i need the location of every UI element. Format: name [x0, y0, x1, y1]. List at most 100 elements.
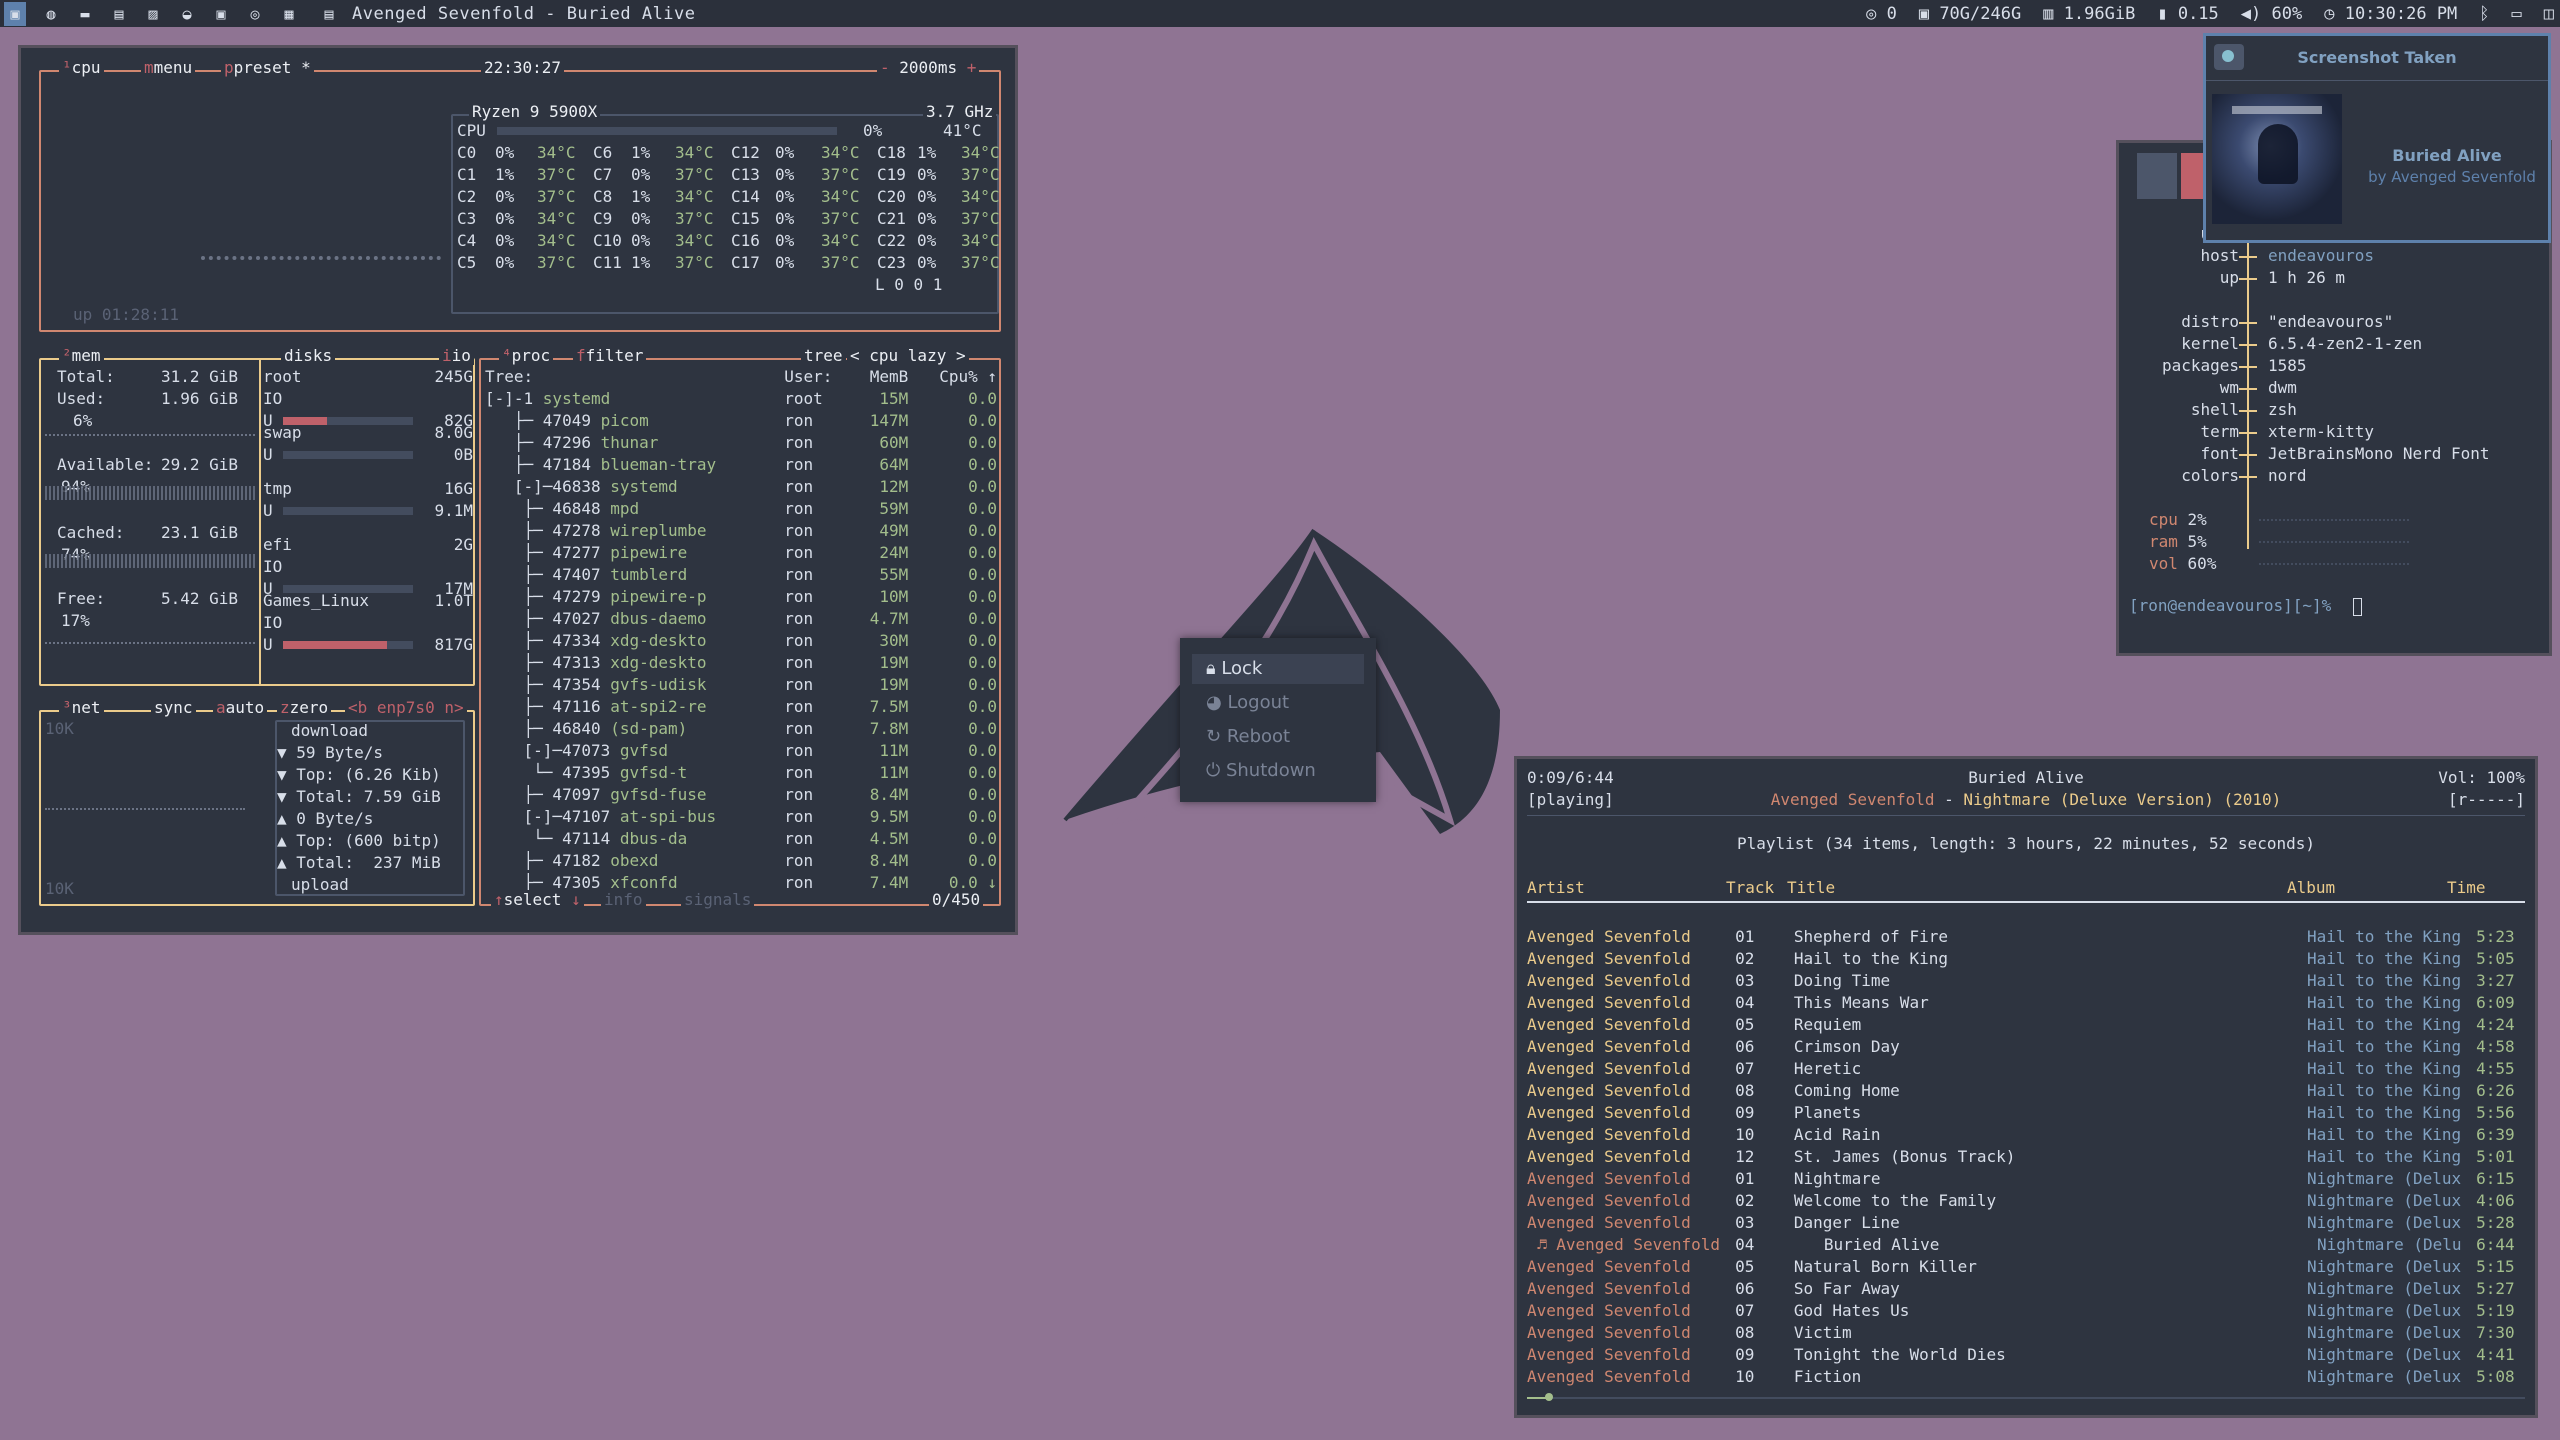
bluetooth-icon[interactable]: ᛒ: [2479, 4, 2489, 24]
core-usage: 1%: [631, 187, 651, 206]
io-tab[interactable]: iio: [439, 346, 474, 365]
steam-icon[interactable]: ◒: [178, 5, 196, 23]
progress-knob[interactable]: [1544, 1393, 1553, 1401]
volume-status[interactable]: ◀) 60%: [2241, 4, 2302, 24]
info-action[interactable]: info: [601, 890, 646, 909]
process-row[interactable]: ├─ 47296 thunar ron 60M 0.0: [485, 432, 997, 454]
select-action[interactable]: ↑select ↓: [491, 890, 584, 909]
track-column-header[interactable]: Track: [1726, 877, 1774, 899]
chat-icon[interactable]: ◎: [246, 5, 264, 23]
net-pane: ³net sync aauto zzero <b enp7s0 n> 10K 1…: [39, 698, 475, 906]
process-row[interactable]: ├─ 46840 (sd-pam) ron 7.8M 0.0: [485, 718, 997, 740]
mem-header[interactable]: MemB: [846, 366, 909, 388]
process-row[interactable]: [-]-1 systemd root 15M 0.0: [485, 388, 997, 410]
now-playing-row[interactable]: ♬ Avenged Sevenfold 04 Buried Alive Nightma…: [1527, 1234, 2535, 1256]
process-row[interactable]: ├─ 47182 obexd ron 8.4M 0.0: [485, 850, 997, 872]
process-row[interactable]: [-]─46838 systemd ron 12M 0.0: [485, 476, 997, 498]
disks-tab[interactable]: disks: [281, 346, 336, 365]
mem-tab[interactable]: ²mem: [59, 346, 104, 365]
logout-option[interactable]: ◕ Logout: [1192, 688, 1364, 718]
sort-selector[interactable]: < cpu lazy >: [847, 346, 969, 365]
process-row[interactable]: ├─ 47277 pipewire ron 24M 0.0: [485, 542, 997, 564]
app-menu-icon[interactable]: ▣: [4, 1, 26, 26]
shutdown-option[interactable]: ⏻ Shutdown: [1192, 756, 1364, 786]
playlist-row[interactable]: Avenged Sevenfold 03 Danger Line Nightmare …: [1527, 1212, 2535, 1234]
filter-tab[interactable]: ffilter: [573, 346, 647, 365]
layout-icon[interactable]: ▤: [320, 5, 338, 23]
tree-header[interactable]: Tree:: [485, 366, 784, 388]
playlist-row[interactable]: Avenged Sevenfold 12 St. James (Bonus Trac…: [1527, 1146, 2535, 1168]
menu-tab[interactable]: mmenu: [141, 58, 196, 77]
process-row[interactable]: ├─ 47313 xdg-deskto ron 19M 0.0: [485, 652, 997, 674]
user-header[interactable]: User:: [784, 366, 846, 388]
process-row[interactable]: ├─ 47049 picom ron 147M 0.0: [485, 410, 997, 432]
process-row[interactable]: [-]─47073 gvfsd ron 11M 0.0: [485, 740, 997, 762]
playlist-row[interactable]: Avenged Sevenfold 08 Coming Home Hail to th…: [1527, 1080, 2535, 1102]
process-row[interactable]: └─ 47395 gvfsd-t ron 11M 0.0: [485, 762, 997, 784]
ncmpcpp-window[interactable]: 0:09/6:44 [playing] Buried Alive Avenged…: [1514, 756, 2538, 1418]
playlist-row[interactable]: Avenged Sevenfold 09 Tonight the World Die…: [1527, 1344, 2535, 1366]
process-name: gvfsd-fuse: [610, 785, 707, 804]
preset-tab[interactable]: ppreset *: [221, 58, 314, 77]
progress-bar[interactable]: [1527, 1393, 2525, 1401]
playlist-row[interactable]: Avenged Sevenfold 02 Welcome to the Family…: [1527, 1190, 2535, 1212]
playlist-row[interactable]: Avenged Sevenfold 07 Heretic Hail to the Ki…: [1527, 1058, 2535, 1080]
playlist-row[interactable]: Avenged Sevenfold 09 Planets Hail to the Ki…: [1527, 1102, 2535, 1124]
net-tab[interactable]: ³net: [59, 698, 104, 717]
track-title: Hail to the King: [1793, 949, 1948, 968]
screenshot-notification[interactable]: Screenshot Taken Buried Alive by Avenged…: [2203, 33, 2551, 243]
signals-action[interactable]: signals: [681, 890, 755, 909]
process-row[interactable]: ├─ 46848 mpd ron 59M 0.0: [485, 498, 997, 520]
playlist-row[interactable]: Avenged Sevenfold 03 Doing Time Hail to the…: [1527, 970, 2535, 992]
playlist-row[interactable]: Avenged Sevenfold 08 Victim Nightmare (Delu…: [1527, 1322, 2535, 1344]
playlist-row[interactable]: Avenged Sevenfold 06 Crimson Day Hail to th…: [1527, 1036, 2535, 1058]
playlist-row[interactable]: Avenged Sevenfold 10 Acid Rain Hail to the …: [1527, 1124, 2535, 1146]
tray-icon[interactable]: ◫: [2544, 4, 2554, 24]
process-row[interactable]: [-]─47107 at-spi-bus ron 9.5M 0.0: [485, 806, 997, 828]
sync-tab[interactable]: sync: [151, 698, 196, 717]
reboot-option[interactable]: ↻ Reboot: [1192, 722, 1364, 752]
track-title: So Far Away: [1793, 1279, 1900, 1298]
track-time: 6:09: [2476, 993, 2515, 1012]
process-row[interactable]: ├─ 47279 pipewire-p ron 10M 0.0: [485, 586, 997, 608]
process-row[interactable]: ├─ 47407 tumblerd ron 55M 0.0: [485, 564, 997, 586]
interface-selector[interactable]: <b enp7s0 n>: [345, 698, 467, 717]
window-icon[interactable]: ▭: [2512, 4, 2522, 24]
process-row[interactable]: ├─ 47027 dbus-daemo ron 4.7M 0.0: [485, 608, 997, 630]
artist-column-header[interactable]: Artist: [1527, 877, 1585, 899]
playlist-row[interactable]: Avenged Sevenfold 05 Requiem Hail to the Ki…: [1527, 1014, 2535, 1036]
folder-icon[interactable]: ▬: [76, 5, 94, 23]
process-row[interactable]: ├─ 47334 xdg-deskto ron 30M 0.0: [485, 630, 997, 652]
update-interval[interactable]: - 2000ms +: [877, 58, 980, 77]
core-label: C2: [457, 187, 477, 206]
album-column-header[interactable]: Album: [2287, 877, 2335, 899]
zero-tab[interactable]: zzero: [277, 698, 332, 717]
playlist-row[interactable]: Avenged Sevenfold 04 This Means War Hail to…: [1527, 992, 2535, 1014]
image-icon[interactable]: ▨: [144, 5, 162, 23]
process-row[interactable]: ├─ 47184 blueman-tray ron 64M 0.0: [485, 454, 997, 476]
process-row[interactable]: └─ 47114 dbus-da ron 4.5M 0.0: [485, 828, 997, 850]
playlist-row[interactable]: Avenged Sevenfold 02 Hail to the King Hail …: [1527, 948, 2535, 970]
playlist-row[interactable]: Avenged Sevenfold 01 Shepherd of Fire Hail …: [1527, 926, 2535, 948]
process-row[interactable]: ├─ 47097 gvfsd-fuse ron 8.4M 0.0: [485, 784, 997, 806]
cpu-tab[interactable]: ¹cpu: [59, 58, 104, 77]
auto-tab[interactable]: aauto: [213, 698, 268, 717]
playlist-row[interactable]: Avenged Sevenfold 07 God Hates Us Nightmare…: [1527, 1300, 2535, 1322]
playlist-row[interactable]: Avenged Sevenfold 01 Nightmare Nightmare (D…: [1527, 1168, 2535, 1190]
lock-option[interactable]: 🔒︎ Lock: [1192, 654, 1364, 684]
proc-tab[interactable]: ⁴proc: [499, 346, 554, 365]
time-column-header[interactable]: Time: [2447, 877, 2486, 899]
title-column-header[interactable]: Title: [1787, 877, 1835, 899]
playlist-row[interactable]: Avenged Sevenfold 10 Fiction Nightmare (Del…: [1527, 1366, 2535, 1388]
process-row[interactable]: ├─ 47354 gvfs-udisk ron 19M 0.0: [485, 674, 997, 696]
playlist-row[interactable]: Avenged Sevenfold 06 So Far Away Nightmare …: [1527, 1278, 2535, 1300]
tree-tab[interactable]: tree: [801, 346, 846, 365]
document-icon[interactable]: ▤: [110, 5, 128, 23]
cpu-header[interactable]: Cpu% ↑: [908, 366, 997, 388]
process-row[interactable]: ├─ 47278 wireplumbe ron 49M 0.0: [485, 520, 997, 542]
calendar-icon[interactable]: ▦: [280, 5, 298, 23]
browser-icon[interactable]: ◍: [42, 5, 60, 23]
process-row[interactable]: ├─ 47116 at-spi2-re ron 7.5M 0.0: [485, 696, 997, 718]
terminal-icon[interactable]: ▣: [212, 5, 230, 23]
playlist-row[interactable]: Avenged Sevenfold 05 Natural Born Killer Ni…: [1527, 1256, 2535, 1278]
